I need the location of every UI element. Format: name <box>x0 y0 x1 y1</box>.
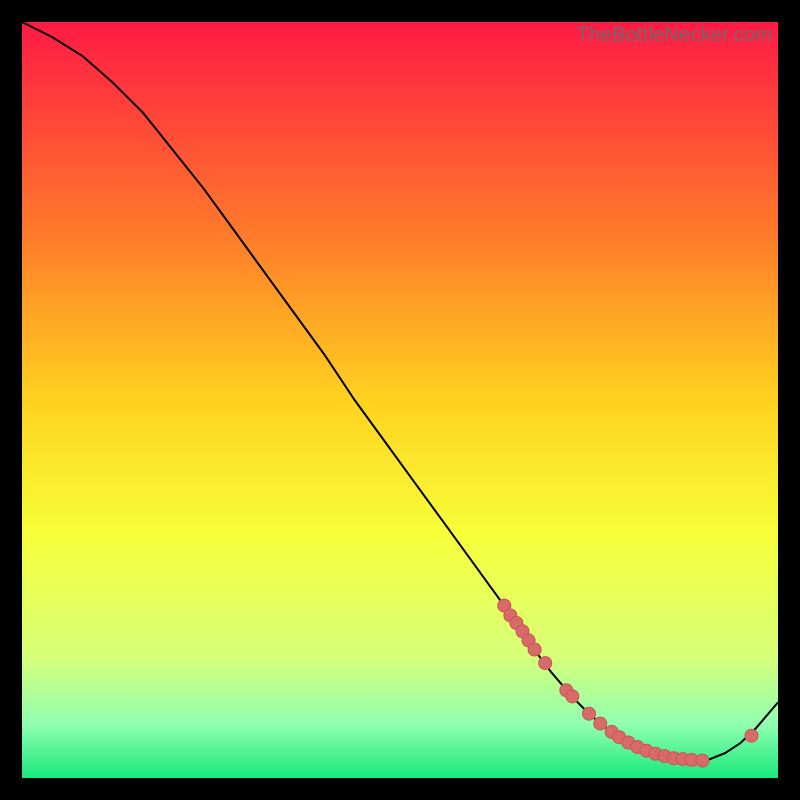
data-point <box>566 690 579 703</box>
data-point <box>539 657 552 670</box>
data-point <box>745 729 758 742</box>
heatmap-background <box>22 22 778 778</box>
data-point <box>583 707 596 720</box>
chart-svg <box>22 22 778 778</box>
chart-frame: TheBottleNecker.com <box>22 22 778 778</box>
data-point <box>528 643 541 656</box>
data-point <box>594 717 607 730</box>
watermark-text: TheBottleNecker.com <box>577 24 772 47</box>
data-point <box>696 754 709 767</box>
